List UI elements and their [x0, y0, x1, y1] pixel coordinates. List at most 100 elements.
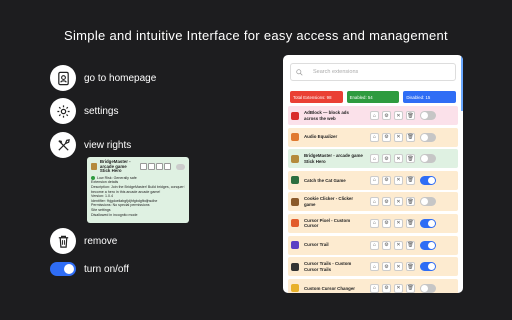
detail-title: BridgeMaster - arcade game Stick Hero: [99, 159, 131, 174]
trash-icon[interactable]: [163, 163, 171, 171]
extension-actions: ⌂ ⚙ ✕ 🗑: [370, 240, 415, 250]
extension-name: Catch the Cat Game: [304, 177, 346, 183]
homepage-icon[interactable]: ⌂: [370, 154, 379, 164]
stat-disabled[interactable]: Disabled: 15: [403, 91, 457, 103]
stat-enabled[interactable]: Enabled: 54: [346, 91, 400, 103]
extension-icon: [291, 154, 299, 163]
trash-icon[interactable]: 🗑: [406, 175, 415, 185]
feature-homepage-label: go to homepage: [84, 72, 157, 84]
gear-icon[interactable]: ⚙: [382, 175, 391, 185]
extension-actions: ⌂ ⚙ ✕ 🗑: [370, 111, 415, 120]
trash-icon[interactable]: 🗑: [406, 218, 415, 228]
extension-toggle[interactable]: [420, 111, 436, 120]
extension-toggle[interactable]: [420, 154, 436, 164]
stat-total[interactable]: Total Extensions: 98: [290, 91, 343, 103]
tools-icon[interactable]: [155, 163, 163, 171]
extension-icon: [291, 262, 299, 271]
extension-detail-card: BridgeMaster - arcade game Stick Hero Lo…: [87, 157, 189, 223]
homepage-icon[interactable]: ⌂: [370, 283, 379, 293]
extension-row: Cookie Clicker - Clicker game ⌂ ⚙ ✕ 🗑: [288, 192, 458, 212]
extension-icon: [291, 219, 299, 228]
tools-icon[interactable]: ✕: [394, 154, 403, 164]
extension-icon: [291, 133, 299, 142]
homepage-icon[interactable]: ⌂: [370, 132, 379, 142]
gear-icon[interactable]: ⚙: [382, 283, 391, 293]
extension-toggle[interactable]: [420, 197, 436, 207]
extension-list: AdBlock — block ads across the web ⌂ ⚙ ✕ 🗑 Au…: [288, 106, 458, 293]
feature-toggle: turn on/off: [50, 262, 129, 276]
homepage-icon[interactable]: ⌂: [370, 240, 379, 250]
extension-actions: ⌂ ⚙ ✕ 🗑: [370, 283, 415, 293]
gear-icon[interactable]: ⚙: [382, 132, 391, 142]
feature-remove: remove: [50, 228, 117, 254]
homepage-icon[interactable]: ⌂: [370, 197, 379, 207]
extension-row: Custom Cursor Changer ⌂ ⚙ ✕ 🗑: [288, 278, 458, 293]
extension-icon: [291, 197, 299, 206]
tools-icon[interactable]: ✕: [394, 283, 403, 293]
extension-name: Cursor Pixel - Custom Cursor: [304, 217, 351, 229]
toggle-icon: [50, 262, 76, 276]
tools-icon[interactable]: ✕: [394, 262, 403, 272]
trash-icon[interactable]: 🗑: [406, 197, 415, 207]
search-box[interactable]: [290, 63, 456, 81]
extension-toggle[interactable]: [420, 132, 436, 142]
extension-row: Catch the Cat Game ⌂ ⚙ ✕ 🗑: [288, 170, 458, 190]
detail-toggle[interactable]: [175, 163, 185, 170]
trash-icon[interactable]: 🗑: [406, 283, 415, 293]
extension-toggle[interactable]: [420, 262, 436, 272]
trash-icon: [50, 228, 76, 254]
trash-icon[interactable]: 🗑: [406, 262, 415, 272]
trash-icon[interactable]: 🗑: [406, 132, 415, 142]
gear-icon[interactable]: ⚙: [382, 262, 391, 272]
extension-toggle[interactable]: [420, 175, 436, 185]
tools-icon[interactable]: ✕: [394, 111, 403, 120]
homepage-icon[interactable]: ⌂: [370, 175, 379, 185]
feature-toggle-label: turn on/off: [84, 263, 129, 275]
extension-icon: [291, 176, 299, 185]
extension-icon: [291, 284, 299, 293]
gear-icon[interactable]: ⚙: [382, 111, 391, 120]
extension-icon: [291, 111, 299, 120]
tools-icon[interactable]: ✕: [394, 197, 403, 207]
extension-name: Custom Cursor Changer: [304, 285, 355, 291]
gear-icon[interactable]: ⚙: [382, 240, 391, 250]
extension-icon: [291, 241, 299, 250]
search-icon: [296, 68, 303, 76]
extension-icon: [91, 163, 97, 171]
detail-line: Description: Join the BridgeMaster! Buil…: [91, 184, 185, 189]
extension-actions: ⌂ ⚙ ✕ 🗑: [370, 175, 415, 185]
gear-icon[interactable]: ⚙: [382, 197, 391, 207]
extension-actions: ⌂ ⚙ ✕ 🗑: [370, 132, 415, 142]
scrollbar[interactable]: [461, 55, 463, 111]
extension-actions: ⌂ ⚙ ✕ 🗑: [370, 262, 415, 272]
extension-toggle[interactable]: [420, 218, 436, 228]
trash-icon[interactable]: 🗑: [406, 111, 415, 120]
stats-bar: Total Extensions: 98 Enabled: 54 Disable…: [290, 91, 457, 103]
feature-settings-label: settings: [84, 105, 119, 117]
tools-icon[interactable]: ✕: [394, 218, 403, 228]
homepage-icon[interactable]: ⌂: [370, 218, 379, 228]
extension-row: Audio Equalizer ⌂ ⚙ ✕ 🗑: [288, 127, 458, 147]
tools-icon[interactable]: ✕: [394, 175, 403, 185]
extension-name: BridgeMaster - arcade game Stick Hero: [304, 153, 363, 164]
feature-settings: settings: [50, 98, 118, 124]
extension-actions: ⌂ ⚙ ✕ 🗑: [370, 154, 415, 164]
gear-icon[interactable]: [147, 163, 155, 171]
tools-icon: [50, 132, 76, 158]
trash-icon[interactable]: 🗑: [406, 154, 415, 164]
homepage-icon[interactable]: ⌂: [370, 262, 379, 272]
tools-icon[interactable]: ✕: [394, 132, 403, 142]
gear-icon[interactable]: ⚙: [382, 154, 391, 164]
extension-toggle[interactable]: [420, 283, 436, 293]
homepage-icon[interactable]: ⌂: [370, 111, 379, 120]
extension-name: Cursor Trails - Custom Cursor Trails: [304, 261, 352, 272]
extension-row: Cursor Trails - Custom Cursor Trails ⌂ ⚙ ✕ 🗑: [288, 257, 458, 277]
tools-icon[interactable]: ✕: [394, 240, 403, 250]
gear-icon[interactable]: ⚙: [382, 218, 391, 228]
extension-toggle[interactable]: [420, 240, 436, 250]
trash-icon[interactable]: 🗑: [406, 240, 415, 250]
homepage-icon[interactable]: [139, 163, 147, 171]
search-input[interactable]: [313, 69, 453, 75]
headline: Simple and intuitive Interface for easy …: [64, 28, 448, 43]
extension-name: AdBlock — block ads across the web: [304, 110, 349, 121]
